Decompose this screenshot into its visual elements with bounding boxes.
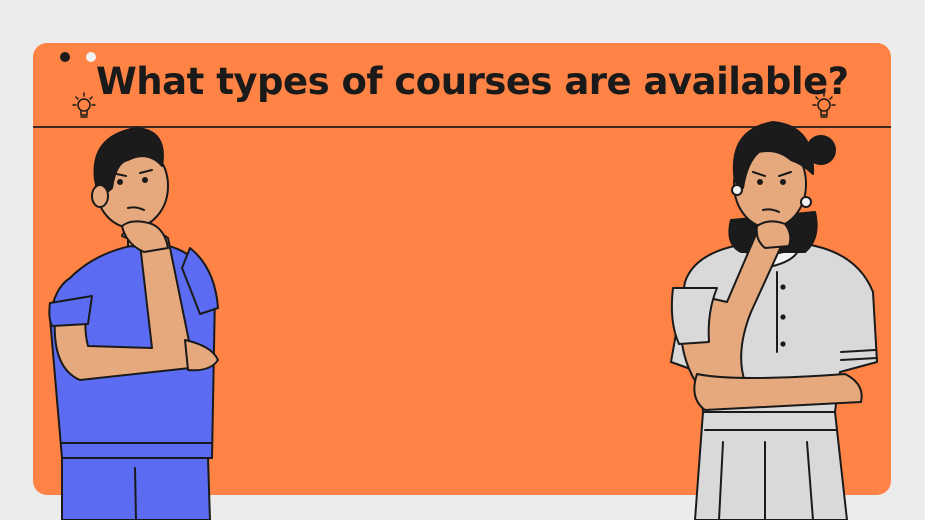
thinking-man-illustration [48,127,219,520]
window-dot-dark [60,52,70,62]
window-dot-light [86,52,96,62]
slide-title: What types of courses are available? [96,60,849,103]
thinking-woman-illustration [670,121,878,520]
